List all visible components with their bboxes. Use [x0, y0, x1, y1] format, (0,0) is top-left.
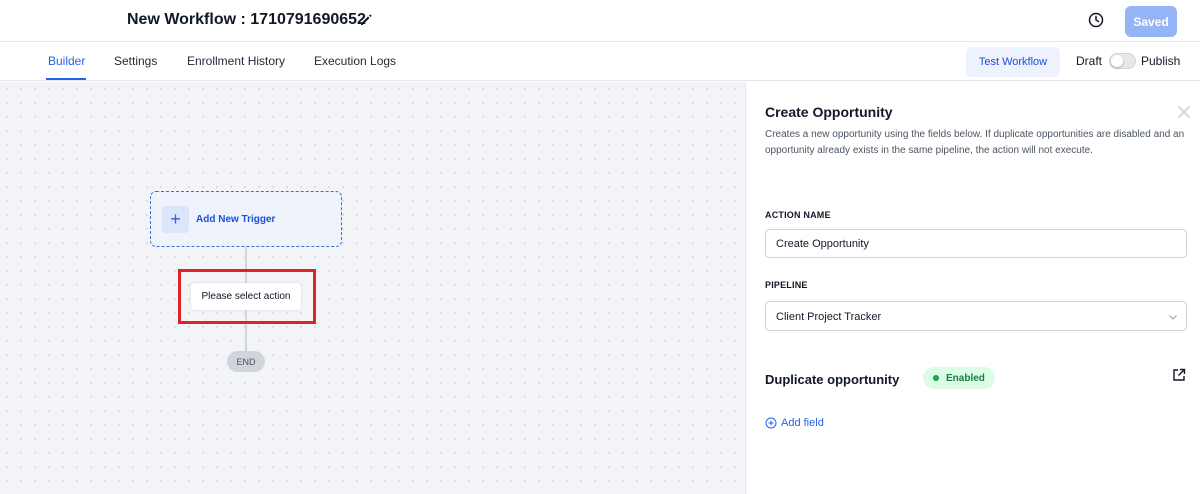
pipeline-select[interactable]: Client Project Tracker — [765, 301, 1187, 331]
plus-icon: + — [162, 206, 189, 233]
pencil-icon[interactable] — [358, 12, 374, 28]
pipeline-value: Client Project Tracker — [776, 311, 882, 323]
toggle-knob — [1111, 55, 1123, 67]
action-name-input[interactable] — [765, 229, 1187, 258]
tab-enrollment-history[interactable]: Enrollment History — [187, 54, 285, 68]
enabled-badge: Enabled — [923, 367, 995, 389]
publish-toggle[interactable] — [1109, 53, 1136, 69]
trigger-label: Add New Trigger — [196, 214, 276, 225]
chevron-down-icon — [1169, 315, 1177, 320]
active-tab-indicator — [46, 78, 86, 80]
status-dot — [933, 375, 939, 381]
workflow-title[interactable]: New Workflow : 1710791690652 — [127, 11, 366, 29]
pipeline-label: PIPELINE — [765, 280, 808, 290]
add-trigger-node[interactable]: + Add New Trigger — [150, 191, 342, 247]
panel-description: Creates a new opportunity using the fiel… — [765, 129, 1185, 156]
duplicate-opportunity-title: Duplicate opportunity — [765, 372, 900, 387]
tabs-bar: Builder Settings Enrollment History Exec… — [0, 42, 1200, 81]
external-link-icon[interactable] — [1172, 368, 1186, 382]
draft-label: Draft — [1076, 54, 1103, 68]
publish-label: Publish — [1141, 54, 1181, 68]
workflow-canvas[interactable]: + Add New Trigger Please select action E… — [0, 82, 745, 494]
action-name-label: ACTION NAME — [765, 210, 831, 220]
saved-button[interactable]: Saved — [1125, 6, 1177, 37]
top-bar: New Workflow : 1710791690652 Saved — [0, 0, 1200, 42]
history-icon[interactable] — [1087, 11, 1105, 29]
test-workflow-button[interactable]: Test Workflow — [966, 47, 1060, 77]
tab-execution-logs[interactable]: Execution Logs — [314, 54, 396, 68]
add-field-label: Add field — [781, 417, 824, 429]
tab-settings[interactable]: Settings — [114, 54, 157, 68]
tab-builder[interactable]: Builder — [48, 54, 85, 68]
action-panel: Create Opportunity Creates a new opportu… — [745, 82, 1200, 494]
plus-circle-icon — [765, 417, 777, 429]
end-node: END — [227, 351, 265, 372]
highlight-box — [178, 269, 316, 324]
enabled-label: Enabled — [946, 372, 985, 384]
panel-title: Create Opportunity — [765, 104, 893, 120]
close-icon[interactable] — [1176, 104, 1192, 120]
add-field-button[interactable]: Add field — [765, 417, 824, 429]
